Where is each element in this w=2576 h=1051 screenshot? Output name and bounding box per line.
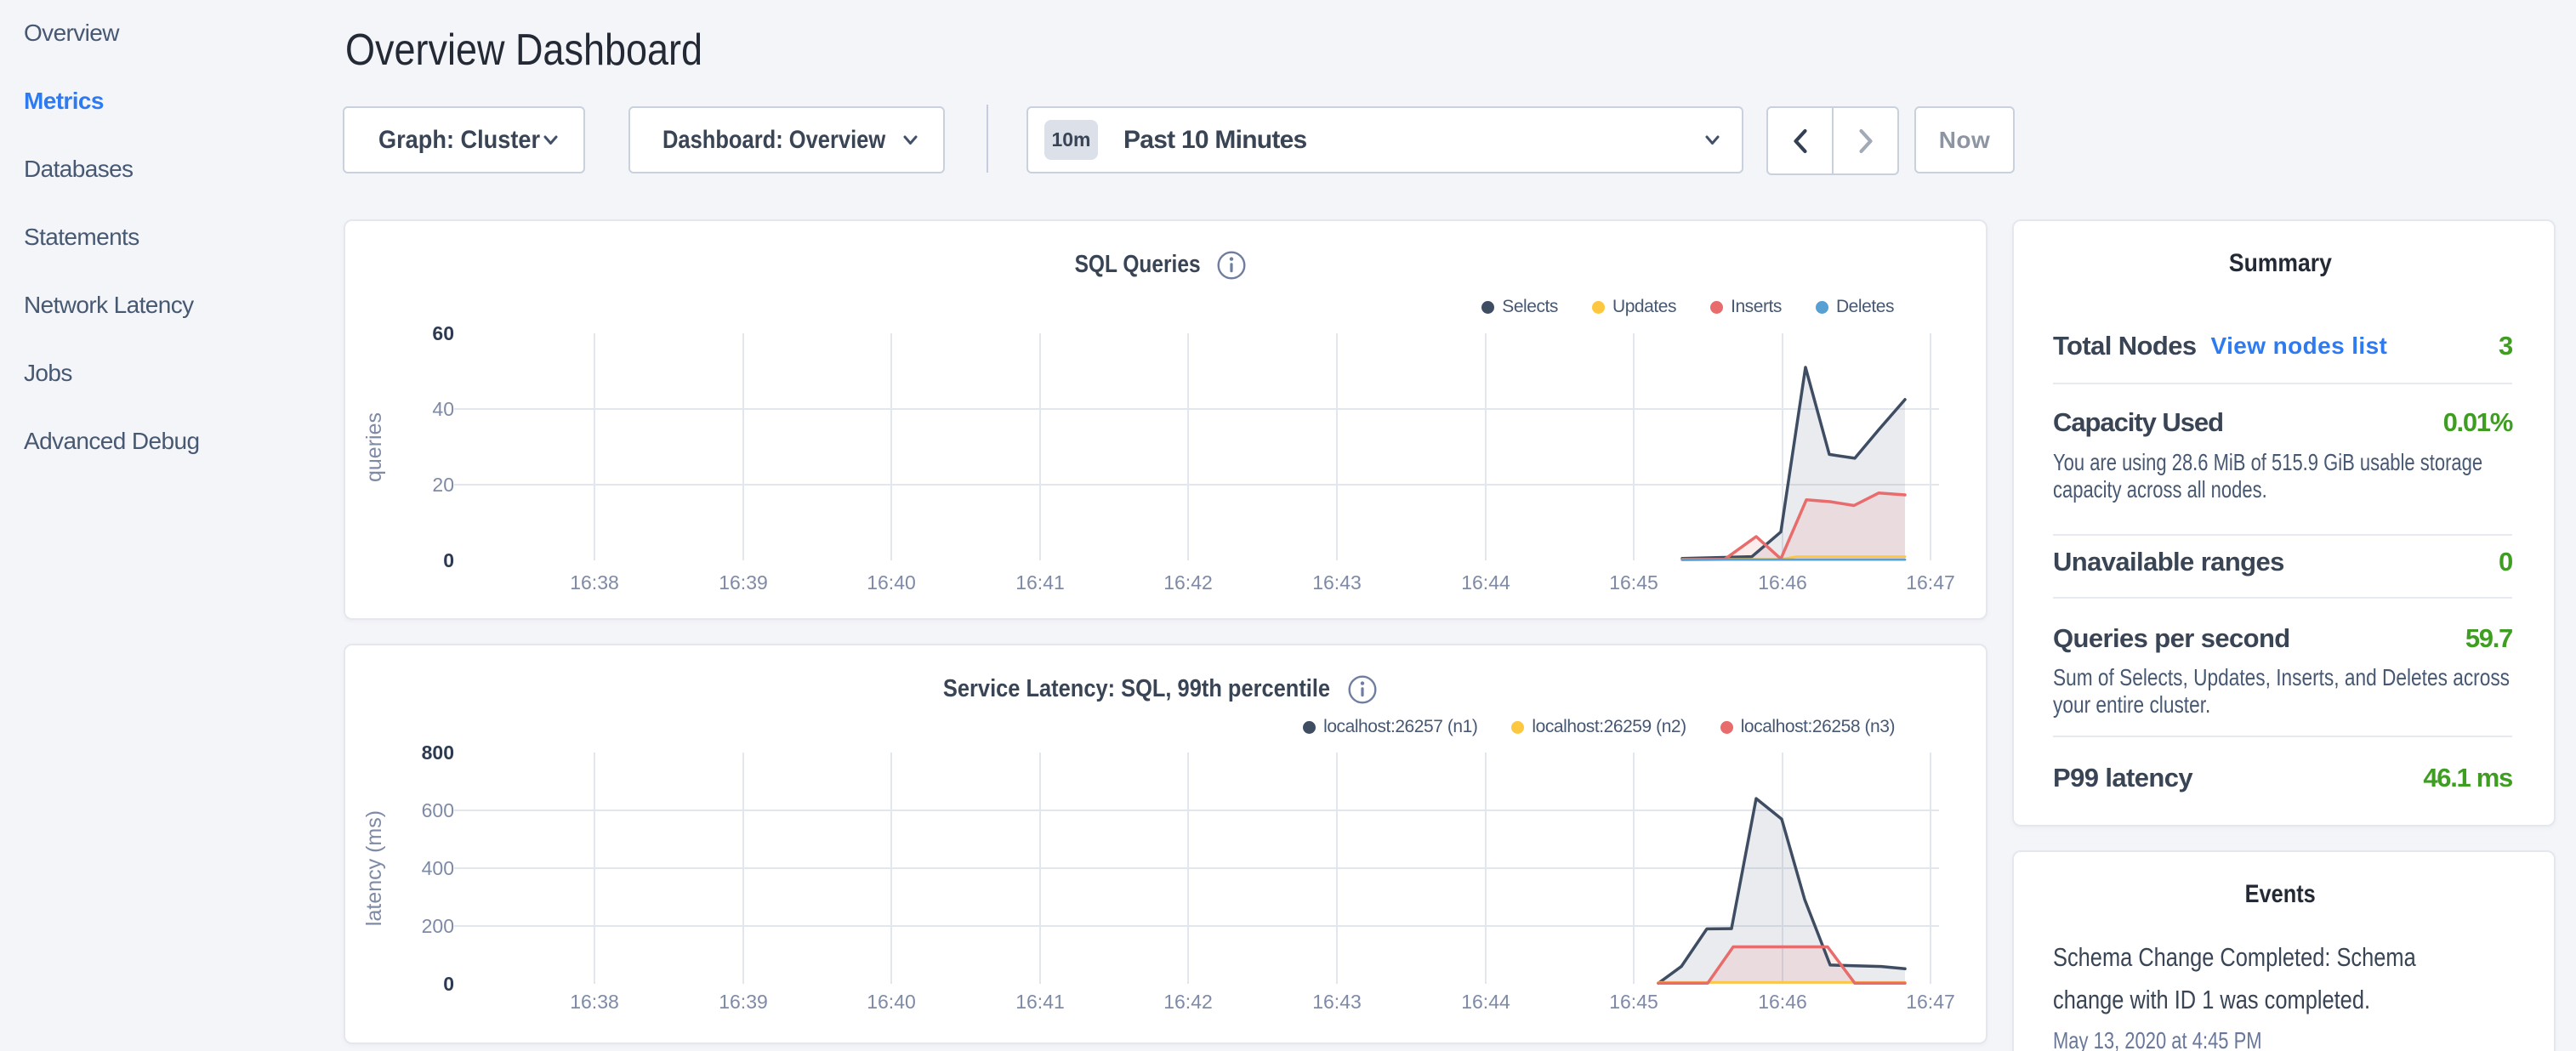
svg-text:600: 600 xyxy=(422,799,454,821)
svg-text:20: 20 xyxy=(432,474,454,496)
svg-text:400: 400 xyxy=(422,857,454,879)
svg-text:16:39: 16:39 xyxy=(719,991,768,1013)
svg-text:16:40: 16:40 xyxy=(867,571,916,594)
svg-text:800: 800 xyxy=(422,741,454,764)
svg-text:16:46: 16:46 xyxy=(1758,991,1807,1013)
svg-text:latency (ms): latency (ms) xyxy=(362,810,386,926)
svg-text:16:43: 16:43 xyxy=(1312,571,1362,594)
svg-text:60: 60 xyxy=(432,322,454,344)
svg-text:16:42: 16:42 xyxy=(1163,991,1213,1013)
svg-text:16:45: 16:45 xyxy=(1609,571,1658,594)
svg-text:16:44: 16:44 xyxy=(1461,571,1510,594)
svg-text:16:45: 16:45 xyxy=(1609,991,1658,1013)
svg-text:16:47: 16:47 xyxy=(1906,571,1955,594)
svg-text:16:41: 16:41 xyxy=(1015,571,1065,594)
svg-text:queries: queries xyxy=(362,412,386,482)
svg-text:16:40: 16:40 xyxy=(867,991,916,1013)
svg-text:16:38: 16:38 xyxy=(570,991,619,1013)
svg-text:16:46: 16:46 xyxy=(1758,571,1807,594)
svg-text:16:42: 16:42 xyxy=(1163,571,1213,594)
svg-text:0: 0 xyxy=(443,549,454,571)
svg-text:40: 40 xyxy=(432,398,454,420)
svg-text:0: 0 xyxy=(443,973,454,995)
svg-text:16:47: 16:47 xyxy=(1906,991,1955,1013)
svg-text:200: 200 xyxy=(422,915,454,937)
svg-text:16:38: 16:38 xyxy=(570,571,619,594)
svg-text:16:41: 16:41 xyxy=(1015,991,1065,1013)
svg-text:16:44: 16:44 xyxy=(1461,991,1510,1013)
svg-text:16:43: 16:43 xyxy=(1312,991,1362,1013)
svg-text:16:39: 16:39 xyxy=(719,571,768,594)
